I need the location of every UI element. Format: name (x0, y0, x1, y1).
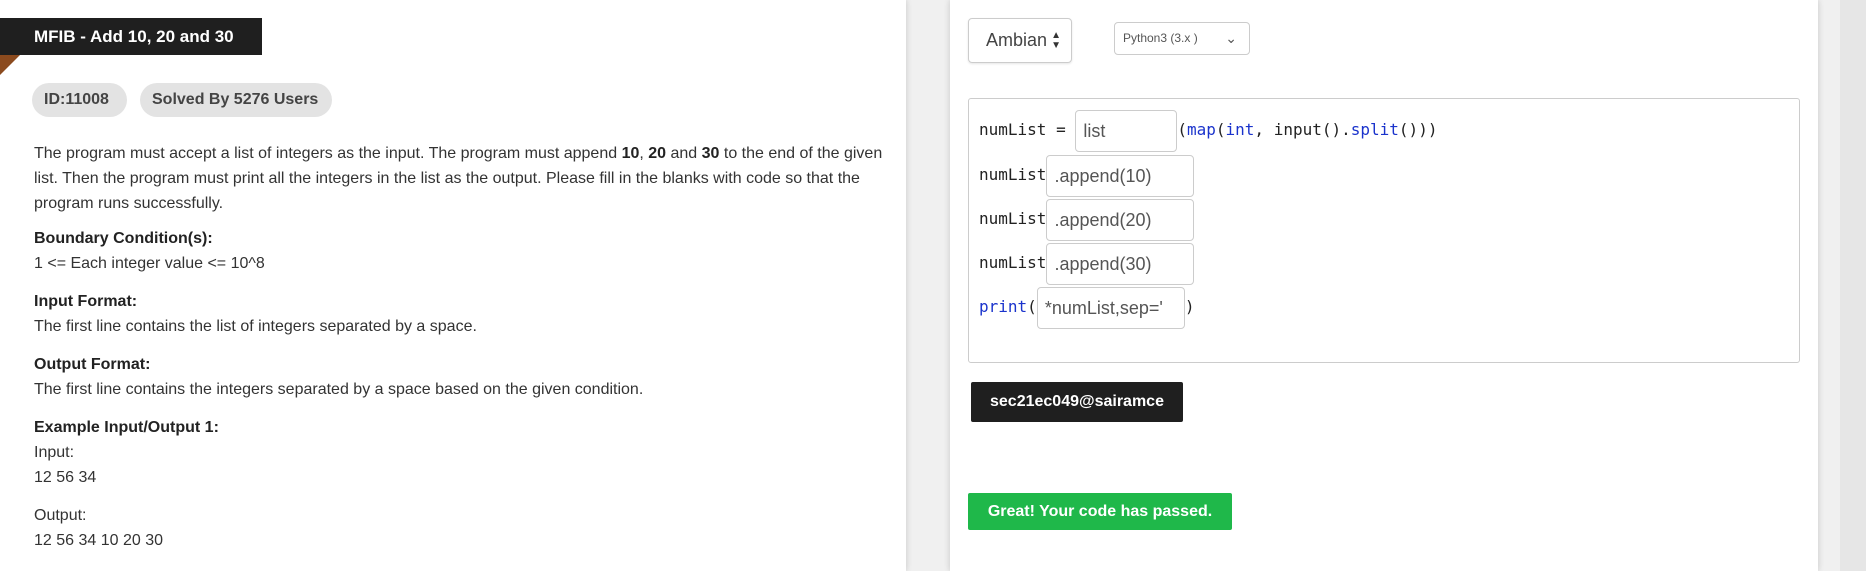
language-select[interactable]: Python3 (3.x ) ⌄ (1114, 22, 1250, 55)
example-input-label: Input: (34, 444, 75, 461)
problem-id-badge: ID:11008 (32, 83, 127, 117)
input-format-text: The first line contains the list of inte… (34, 318, 477, 335)
description-text: The program must accept a list of intege… (34, 145, 622, 162)
code-text: numList (979, 165, 1047, 184)
sort-arrows-icon: ▲ ▼ (1051, 30, 1061, 51)
code-text: ( (1027, 297, 1037, 316)
problem-description: The program must accept a list of intege… (34, 141, 894, 216)
theme-select[interactable]: Ambian ▲ ▼ (968, 18, 1072, 63)
description-separator: , (639, 145, 649, 162)
code-keyword: int (1225, 120, 1255, 139)
code-text: ( (1215, 120, 1226, 139)
output-format-title: Output Format: (34, 356, 151, 373)
code-text: ) (1184, 297, 1195, 316)
example-output-value: 12 56 34 10 20 30 (34, 532, 164, 549)
language-select-value: Python3 (3.x ) (1123, 31, 1198, 45)
code-text: numList (979, 253, 1047, 272)
input-format-title: Input Format: (34, 293, 138, 310)
code-line-1: numList = list (map(int, input().split())… (979, 108, 1437, 152)
user-badge: sec21ec049@sairamce (971, 382, 1183, 422)
example-title: Example Input/Output 1: (34, 419, 219, 436)
page-scrollbar[interactable] (1840, 0, 1866, 571)
problem-title: MFIB - Add 10, 20 and 30 (0, 18, 262, 55)
description-number-10: 10 (621, 145, 640, 162)
theme-select-value: Ambian (986, 30, 1048, 50)
code-blank-2[interactable]: .append(10) (1046, 154, 1195, 197)
example-output-label: Output: (34, 507, 87, 524)
chevron-down-icon: ⌄ (1225, 30, 1237, 46)
boundary-title: Boundary Condition(s): (34, 230, 213, 247)
problem-panel (0, 0, 906, 571)
solved-count-badge: Solved By 5276 Users (140, 83, 332, 117)
code-blank-4[interactable]: .append(30) (1046, 242, 1195, 285)
success-message: Great! Your code has passed. (968, 493, 1232, 530)
output-format-text: The first line contains the integers sep… (34, 381, 644, 398)
code-blank-1[interactable]: list (1075, 109, 1178, 152)
code-text: , input(). (1254, 120, 1351, 139)
code-keyword: map (1186, 120, 1216, 139)
code-text: numList (979, 209, 1047, 228)
code-text: ( (1177, 120, 1187, 139)
code-line-5: print(*numList,sep=') (979, 285, 1194, 329)
code-line-3: numList .append(20) (979, 197, 1195, 241)
description-number-30: 30 (701, 145, 720, 162)
code-keyword: split (1350, 120, 1399, 139)
code-text: ())) (1398, 120, 1438, 139)
code-line-4: numList .append(30) (979, 241, 1195, 285)
code-text: numList = (979, 120, 1076, 139)
boundary-text: 1 <= Each integer value <= 10^8 (34, 255, 265, 272)
ribbon-fold (0, 55, 20, 75)
code-keyword: print (979, 297, 1028, 316)
code-line-2: numList .append(10) (979, 153, 1195, 197)
description-separator: and (666, 145, 702, 162)
example-input-value: 12 56 34 (34, 469, 97, 486)
description-number-20: 20 (648, 145, 667, 162)
code-blank-5[interactable]: *numList,sep=' (1036, 286, 1185, 329)
code-blank-3[interactable]: .append(20) (1046, 198, 1195, 241)
